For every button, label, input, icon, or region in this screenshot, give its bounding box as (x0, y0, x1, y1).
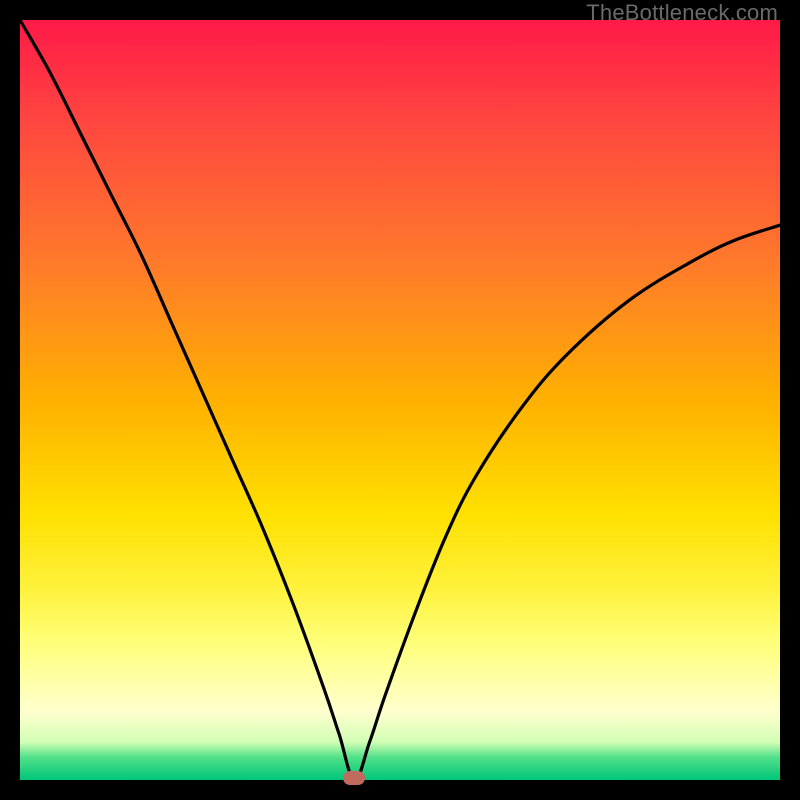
bottleneck-curve (20, 20, 780, 780)
minimum-marker (343, 771, 365, 785)
plot-area (20, 20, 780, 780)
chart-frame: TheBottleneck.com (0, 0, 800, 800)
watermark-text: TheBottleneck.com (586, 0, 778, 26)
curve-path (20, 20, 780, 780)
